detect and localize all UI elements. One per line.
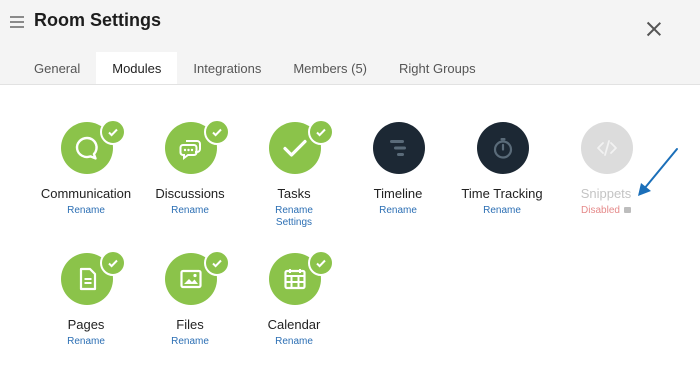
image-file-icon — [180, 269, 202, 289]
timeline-icon — [390, 140, 406, 156]
tab-right-groups[interactable]: Right Groups — [383, 52, 492, 84]
calendar-check-icon — [308, 250, 334, 276]
module-name: Files — [176, 317, 204, 332]
dialog-title: Room Settings — [34, 10, 162, 30]
module-name: Timeline — [373, 186, 423, 201]
settings-link[interactable]: Settings — [234, 217, 354, 229]
tab-integrations[interactable]: Integrations — [177, 52, 277, 84]
tab-modules[interactable]: Modules — [96, 52, 178, 84]
rename-link[interactable]: Rename — [130, 205, 250, 217]
tab-members[interactable]: Members (5) — [277, 52, 383, 84]
code-icon — [597, 140, 617, 156]
time-tracking-module-toggle[interactable] — [477, 122, 529, 174]
calendar-icon — [284, 269, 306, 290]
module-name: Pages — [67, 317, 105, 332]
rename-link[interactable]: Rename — [26, 205, 146, 217]
communication-check-icon — [100, 119, 126, 145]
task-check-icon — [283, 139, 307, 157]
tab-bar: General Modules Integrations Members (5)… — [18, 52, 492, 84]
page-document-icon — [79, 267, 97, 291]
lock-icon — [623, 207, 631, 213]
disabled-status: Disabled — [581, 205, 620, 216]
tasks-check-icon — [308, 119, 334, 145]
module-name: Discussions — [155, 186, 225, 201]
rename-link[interactable]: Rename — [130, 336, 250, 348]
discussion-bubbles-icon — [179, 140, 201, 160]
stopwatch-icon — [493, 138, 513, 159]
module-name: Calendar — [267, 317, 321, 332]
close-icon[interactable] — [645, 20, 663, 38]
speech-bubble-icon — [75, 136, 98, 160]
rename-link[interactable]: Rename — [442, 205, 562, 217]
rename-link[interactable]: Rename — [234, 205, 354, 217]
discussions-check-icon — [204, 119, 230, 145]
rename-link[interactable]: Rename — [234, 336, 354, 348]
snippets-module-toggle[interactable] — [581, 122, 633, 174]
rename-link[interactable]: Rename — [26, 336, 146, 348]
module-name: Time Tracking — [461, 186, 543, 201]
module-name: Tasks — [277, 186, 311, 201]
rename-link[interactable]: Rename — [338, 205, 458, 217]
hamburger-menu-icon[interactable] — [10, 14, 24, 28]
files-check-icon — [204, 250, 230, 276]
timeline-module-toggle[interactable] — [373, 122, 425, 174]
annotation-arrow-icon — [638, 148, 678, 196]
dialog-header: Room Settings General Modules Integratio… — [0, 0, 700, 85]
module-name: Communication — [40, 186, 132, 201]
tab-general[interactable]: General — [18, 52, 96, 84]
pages-check-icon — [100, 250, 126, 276]
